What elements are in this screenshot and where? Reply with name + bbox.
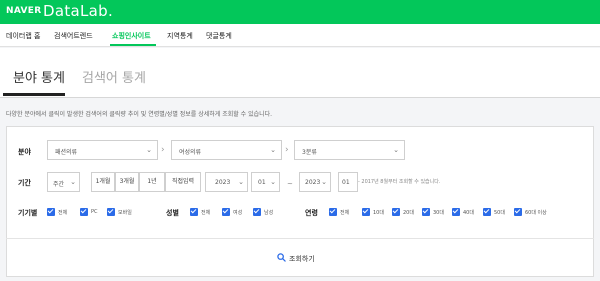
gender-all-label: 전체 (201, 210, 211, 216)
period-1month-button[interactable]: 1개월 (91, 172, 115, 192)
period-unit-value: 주간 (53, 181, 65, 188)
device-all-label: 전체 (58, 210, 68, 216)
gender-label: 성별 (166, 209, 179, 217)
period-separator: ~ (287, 180, 293, 188)
device-mobile-checkbox[interactable] (107, 208, 115, 216)
period-label: 기간 (18, 179, 31, 187)
category-level3-select[interactable]: 3분류 ⌄ (294, 140, 405, 160)
age-all-label: 전체 (340, 210, 350, 216)
device-label: 기기별 (18, 209, 38, 217)
gender-female-label: 여성 (233, 210, 243, 216)
gender-male-label: 남성 (264, 210, 274, 216)
device-pc-checkbox[interactable] (80, 208, 88, 216)
device-pc-label: PC (91, 209, 98, 215)
naver-logo[interactable]: NAVER (6, 6, 41, 16)
chevron-down-icon: ⌄ (270, 178, 276, 186)
age-20s-label: 20대 (403, 210, 414, 216)
category-level1-select[interactable]: 패션의류 ⌄ (47, 140, 158, 160)
age-50s-checkbox[interactable] (483, 208, 491, 216)
age-all-checkbox[interactable] (329, 208, 337, 216)
nav-active-indicator (110, 44, 156, 46)
category-level3-value: 3분류 (302, 149, 317, 156)
category-level2-value: 여성의류 (179, 149, 202, 156)
start-year-select[interactable]: 2023 ⌄ (205, 172, 248, 192)
age-30s-checkbox[interactable] (422, 208, 430, 216)
period-note: - 2017년 8월부터 조회할 수 있습니다. (358, 179, 441, 185)
chevron-right-icon: › (161, 145, 165, 155)
search-button-label: 조회하기 (289, 255, 315, 263)
end-month-value: 01 (342, 179, 350, 186)
chevron-right-icon: › (285, 145, 289, 155)
age-10s-checkbox[interactable] (362, 208, 370, 216)
period-unit-select[interactable]: 주간 ⌄ (47, 172, 80, 192)
chevron-down-icon: ⌄ (146, 146, 152, 154)
device-all-checkbox[interactable] (47, 208, 55, 216)
main-nav: 데이터랩 홈 검색어트렌드 쇼핑인사이트 지역통계 댓글통계 (0, 24, 600, 47)
age-20s-checkbox[interactable] (392, 208, 400, 216)
age-10s-label: 10대 (373, 210, 384, 216)
tab-keyword-stats[interactable]: 검색어 통계 (82, 67, 146, 86)
end-year-select[interactable]: 2023 ⌄ (299, 172, 331, 192)
divider (0, 97, 600, 98)
nav-item-search-trend[interactable]: 검색어트렌드 (54, 31, 93, 41)
age-60plus-checkbox[interactable] (514, 208, 522, 216)
nav-item-regional-stats[interactable]: 지역통계 (167, 31, 193, 41)
age-30s-label: 30대 (433, 210, 444, 216)
chevron-down-icon: ⌄ (393, 146, 399, 154)
chevron-down-icon: ⌄ (70, 178, 76, 186)
nav-item-home[interactable]: 데이터랩 홈 (6, 31, 40, 41)
tab-category-stats[interactable]: 분야 통계 (13, 67, 65, 86)
gender-female-checkbox[interactable] (222, 208, 230, 216)
chevron-down-icon: ⌄ (321, 178, 327, 186)
period-1year-button[interactable]: 1년 (139, 172, 165, 192)
start-month-value: 01 (258, 179, 266, 186)
stats-tabs: 분야 통계 검색어 통계 (0, 48, 600, 98)
device-mobile-label: 모바일 (118, 210, 132, 216)
chevron-down-icon: ⌄ (270, 146, 276, 154)
category-label: 분야 (18, 148, 31, 156)
age-40s-label: 40대 (463, 210, 474, 216)
category-level1-value: 패션의류 (55, 149, 78, 156)
age-label: 연령 (305, 209, 318, 217)
age-50s-label: 50대 (494, 210, 505, 216)
datalab-logo[interactable]: DataLab. (43, 2, 113, 20)
start-month-select[interactable]: 01 ⌄ (251, 172, 280, 192)
age-60plus-label: 60대 이상 (525, 210, 547, 216)
period-3month-button[interactable]: 3개월 (115, 172, 139, 192)
gender-all-checkbox[interactable] (190, 208, 198, 216)
page-description: 다양한 분야에서 클릭이 발생한 검색어의 클릭량 추이 및 연령별/성별 정보… (6, 111, 273, 118)
chevron-down-icon: ⌄ (238, 178, 244, 186)
age-40s-checkbox[interactable] (452, 208, 460, 216)
nav-item-shopping-insight[interactable]: 쇼핑인사이트 (112, 31, 151, 41)
category-level2-select[interactable]: 여성의류 ⌄ (171, 140, 282, 160)
end-month-select[interactable]: 01 (338, 172, 358, 192)
gender-male-checkbox[interactable] (253, 208, 261, 216)
top-bar: NAVER DataLab. (0, 0, 600, 24)
period-custom-button[interactable]: 직접입력 (165, 172, 201, 192)
search-icon (277, 253, 286, 262)
start-year-value: 2023 (215, 179, 231, 186)
nav-item-comment-stats[interactable]: 댓글통계 (206, 31, 232, 41)
end-year-value: 2023 (305, 179, 321, 186)
tab-active-indicator (3, 93, 65, 96)
